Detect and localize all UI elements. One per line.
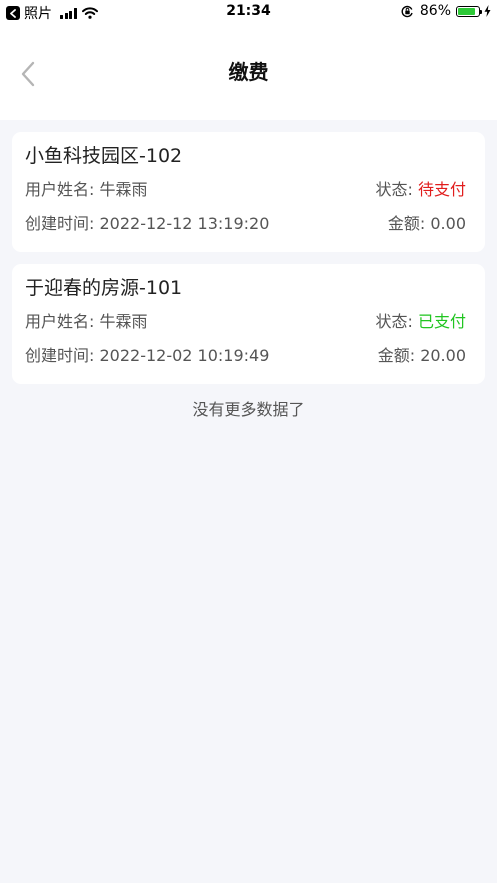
charge-icon [484, 5, 491, 17]
battery-fill [458, 7, 476, 15]
no-more-data-text: 没有更多数据了 [192, 400, 305, 419]
record-title: 于迎春的房源-101 [25, 277, 183, 299]
amount-field: 金额: 0.00 [388, 214, 466, 234]
battery-percent: 86% [419, 3, 451, 19]
created-time-field: 创建时间: 2022-12-02 10:19:49 [25, 346, 269, 366]
user-name-value: 牛霖雨 [99, 180, 148, 199]
status-bar-right: 86% [401, 3, 491, 19]
user-name-value: 牛霖雨 [99, 312, 148, 331]
amount-value: 0.00 [430, 214, 466, 233]
amount-label: 金额: [377, 346, 421, 365]
record-row-user-status: 用户姓名: 牛霖雨 状态: 已支付 [25, 312, 466, 332]
amount-field: 金额: 20.00 [378, 346, 466, 366]
user-name-label: 用户姓名: [25, 312, 100, 331]
created-time-label: 创建时间: [25, 214, 100, 233]
created-time-field: 创建时间: 2022-12-12 13:19:20 [25, 214, 269, 234]
status-value: 已支付 [417, 312, 466, 331]
status-bar: 照片 21:34 86% [0, 0, 497, 24]
record-row-user-status: 用户姓名: 牛霖雨 状态: 待支付 [25, 180, 466, 200]
record-row-time-amount: 创建时间: 2022-12-12 13:19:20 金额: 0.00 [25, 214, 466, 234]
status-label: 状态: [375, 180, 418, 199]
created-time-value: 2022-12-02 10:19:49 [99, 346, 270, 365]
status-label: 状态: [375, 312, 418, 331]
record-title: 小鱼科技园区-102 [25, 145, 183, 167]
status-field: 状态: 已支付 [376, 312, 467, 332]
record-row-time-amount: 创建时间: 2022-12-02 10:19:49 金额: 20.00 [25, 346, 466, 366]
lock-rotation-icon [401, 5, 414, 18]
amount-label: 金额: [387, 214, 431, 233]
status-value: 待支付 [417, 180, 466, 199]
status-field: 状态: 待支付 [376, 180, 467, 200]
user-name-label: 用户姓名: [25, 180, 100, 199]
user-name-field: 用户姓名: 牛霖雨 [25, 312, 148, 332]
created-time-value: 2022-12-12 13:19:20 [99, 214, 270, 233]
created-time-label: 创建时间: [25, 346, 100, 365]
page-title: 缴费 [228, 60, 269, 84]
payment-record-card[interactable]: 小鱼科技园区-102 用户姓名: 牛霖雨 状态: 待支付 创建时间: 2022-… [12, 132, 485, 252]
amount-value: 20.00 [420, 346, 466, 365]
navigation-bar: 缴费 [0, 24, 497, 120]
payment-record-card[interactable]: 于迎春的房源-101 用户姓名: 牛霖雨 状态: 已支付 创建时间: 2022-… [12, 264, 485, 384]
user-name-field: 用户姓名: 牛霖雨 [25, 180, 148, 200]
battery-icon [456, 5, 482, 17]
